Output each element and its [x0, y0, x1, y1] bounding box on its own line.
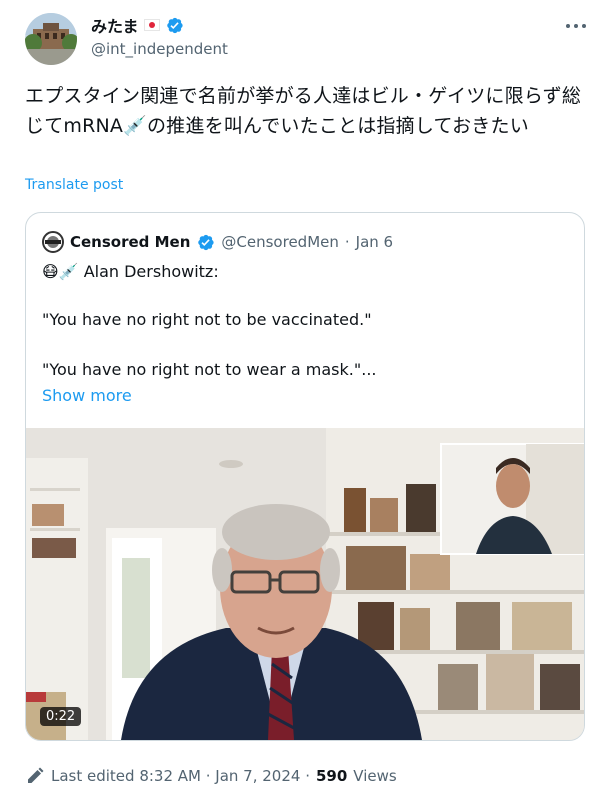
video-player[interactable]: 0:22: [26, 428, 584, 740]
pencil-icon: [28, 767, 44, 783]
show-more-link[interactable]: Show more: [42, 384, 132, 408]
quoted-text-line: "You have no right not to be vaccinated.…: [42, 310, 372, 329]
avatar-image: [25, 13, 77, 65]
quoted-text-line: "You have no right not to wear a mask.".…: [42, 360, 377, 379]
views-label: Views: [353, 767, 397, 785]
tweet-text: エプスタイン関連で名前が挙がる人達はビル・ゲイツに限らず総じてmRNA💉の推進を…: [25, 85, 582, 137]
quoted-text-line: 😷💉 Alan Dershowitz:: [42, 262, 219, 281]
verified-badge-icon: [198, 234, 215, 250]
author-avatar[interactable]: [25, 13, 77, 65]
display-name[interactable]: みたま: [91, 13, 139, 37]
japan-flag-icon: [143, 19, 160, 31]
quoted-author-name: Censored Men: [70, 233, 191, 251]
separator-dot: ·: [344, 233, 350, 251]
video-timestamp: 0:22: [40, 707, 82, 726]
quoted-tweet-date: Jan 6: [355, 233, 394, 251]
author-handle[interactable]: @int_independent: [91, 40, 228, 58]
translate-post-link[interactable]: Translate post: [25, 177, 123, 193]
quoted-tweet-text: 😷💉 Alan Dershowitz: "You have no right n…: [42, 260, 572, 408]
quoted-author-handle: @CensoredMen: [221, 233, 339, 251]
author-name-row: みたま: [91, 14, 184, 36]
last-edited-label[interactable]: Last edited 8:32 AM · Jan 7, 2024 ·: [51, 767, 310, 785]
views-count: 590: [315, 767, 348, 785]
more-options-icon[interactable]: [566, 18, 586, 34]
tweet-footer: Last edited 8:32 AM · Jan 7, 2024 · 590 …: [25, 765, 397, 787]
video-thumbnail: [26, 428, 584, 740]
quoted-author-avatar: [42, 231, 64, 253]
quoted-tweet-header: Censored Men @CensoredMen · Jan 6: [42, 230, 393, 254]
verified-badge-icon: [166, 17, 183, 33]
quoted-tweet-card[interactable]: Censored Men @CensoredMen · Jan 6 😷💉 Ala…: [25, 212, 585, 741]
